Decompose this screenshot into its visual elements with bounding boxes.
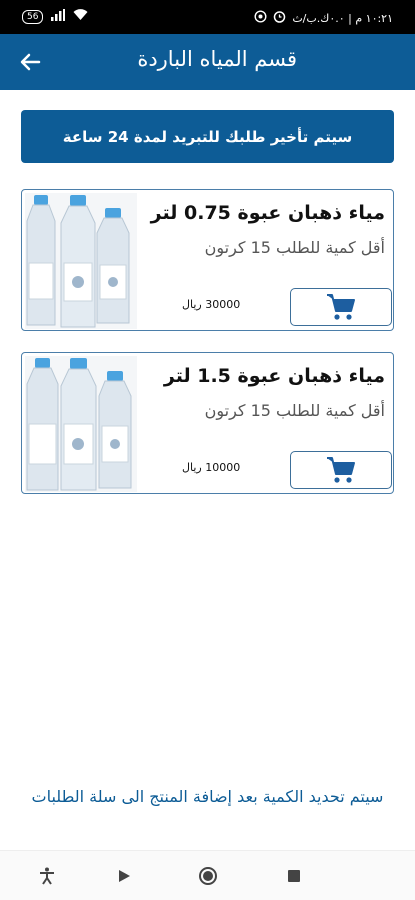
- home-circle-icon[interactable]: [197, 865, 219, 887]
- product-image: [25, 193, 137, 329]
- product-min-order: أقل كمية للطلب 15 كرتون: [204, 238, 385, 257]
- arrow-left-icon: [20, 53, 41, 71]
- product-card[interactable]: مياء ذهبان عبوة 1.5 لتر أقل كمية للطلب 1…: [21, 352, 394, 494]
- product-price: 30000 ريال: [182, 298, 241, 311]
- status-left: 56: [22, 9, 88, 24]
- status-time: ١٠:٢١ م | ٠.٠ك.ب/ث: [292, 11, 393, 25]
- product-name: مياء ذهبان عبوة 0.75 لتر: [150, 202, 385, 224]
- accessibility-icon[interactable]: [36, 865, 58, 887]
- cooling-delay-notice: سيتم تأخير طلبك للتبريد لمدة 24 ساعة: [21, 110, 394, 163]
- product-name: مياء ذهبان عبوة 1.5 لتر: [163, 365, 385, 387]
- shopping-cart-icon: [327, 457, 355, 483]
- system-nav-bar: [0, 850, 415, 900]
- whatsapp-icon: [254, 10, 267, 26]
- status-bar: ١٠:٢١ م | ٠.٠ك.ب/ث 56: [0, 0, 415, 34]
- product-card[interactable]: مياء ذهبان عبوة 0.75 لتر أقل كمية للطلب …: [21, 189, 394, 331]
- signal-icon: [51, 9, 66, 24]
- product-price: 10000 ريال: [182, 461, 241, 474]
- page-title: قسم المياه الباردة: [137, 47, 297, 71]
- notice-text: سيتم تأخير طلبك للتبريد لمدة 24 ساعة: [62, 127, 353, 146]
- wifi-icon: [73, 9, 88, 24]
- battery-indicator: 56: [22, 9, 44, 24]
- recents-square-icon[interactable]: [283, 865, 305, 887]
- product-min-order: أقل كمية للطلب 15 كرتون: [204, 401, 385, 420]
- status-right: ١٠:٢١ م | ٠.٠ك.ب/ث: [254, 10, 393, 26]
- shopping-cart-icon: [327, 294, 355, 320]
- add-to-cart-button[interactable]: [290, 288, 392, 326]
- quantity-info-note: سيتم تحديد الكمية بعد إضافة المنتج الى س…: [31, 787, 384, 806]
- back-button[interactable]: [14, 46, 46, 78]
- app-bar: قسم المياه الباردة: [0, 34, 415, 90]
- alarm-icon: [273, 10, 286, 26]
- product-image: [25, 356, 137, 492]
- back-triangle-icon[interactable]: [113, 865, 135, 887]
- add-to-cart-button[interactable]: [290, 451, 392, 489]
